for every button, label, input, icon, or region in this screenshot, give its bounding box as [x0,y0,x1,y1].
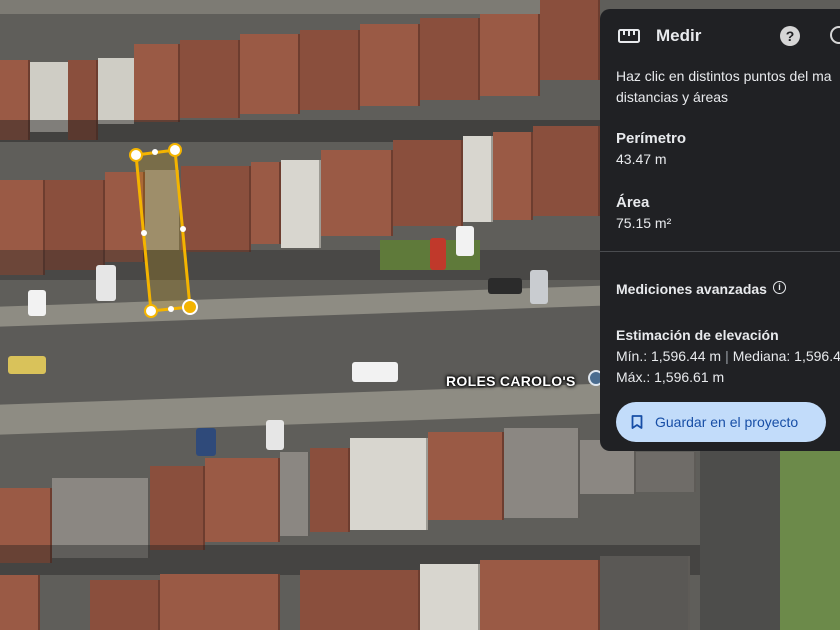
elevation-separator: | [725,348,729,364]
midpoint-handle[interactable] [152,149,158,155]
midpoint-handle[interactable] [141,230,147,236]
elevation-min: Mín.: 1,596.44 m [616,348,722,364]
elevation-min-median: Mín.: 1,596.44 m | Mediana: 1,596.48 [616,348,840,364]
save-to-project-button[interactable]: Guardar en el proyecto [616,402,826,442]
midpoint-handle[interactable] [180,226,186,232]
vertex-handle[interactable] [129,148,143,162]
place-label[interactable]: ROLES CAROLO'S [446,373,576,389]
panel-header: Medir ? [600,9,840,63]
vertex-handle-active[interactable] [182,299,198,315]
instructions-text: Haz clic en distintos puntos del ma [616,68,832,84]
ruler-icon [618,29,640,43]
measure-panel: Medir ? Haz clic en distintos puntos del… [600,9,840,451]
measurement-polygon[interactable] [0,0,600,630]
more-icon[interactable] [830,26,840,44]
elevation-label: Estimación de elevación [616,327,779,343]
area-label: Área [616,194,650,211]
street [700,430,780,630]
vertex-handle[interactable] [168,143,182,157]
perimeter-label: Perímetro [616,130,687,147]
elevation-max: Máx.: 1,596.61 m [616,369,725,385]
vertex-handle[interactable] [144,304,158,318]
house-roof [636,452,696,492]
midpoint-handle[interactable] [168,306,174,312]
area-value: 75.15 m² [616,215,672,231]
instructions-text: distancias y áreas [616,89,729,105]
help-icon[interactable]: ? [780,26,800,46]
park [780,450,840,630]
divider [600,251,840,252]
info-icon[interactable]: i [773,281,786,294]
save-button-label: Guardar en el proyecto [655,414,799,430]
elevation-median: Mediana: 1,596.48 [732,348,840,364]
house-roof [600,556,690,630]
perimeter-value: 43.47 m [616,151,667,167]
bookmark-icon [631,415,643,429]
advanced-measurements-label[interactable]: Mediciones avanzadas [616,281,767,297]
panel-title: Medir [656,26,702,45]
